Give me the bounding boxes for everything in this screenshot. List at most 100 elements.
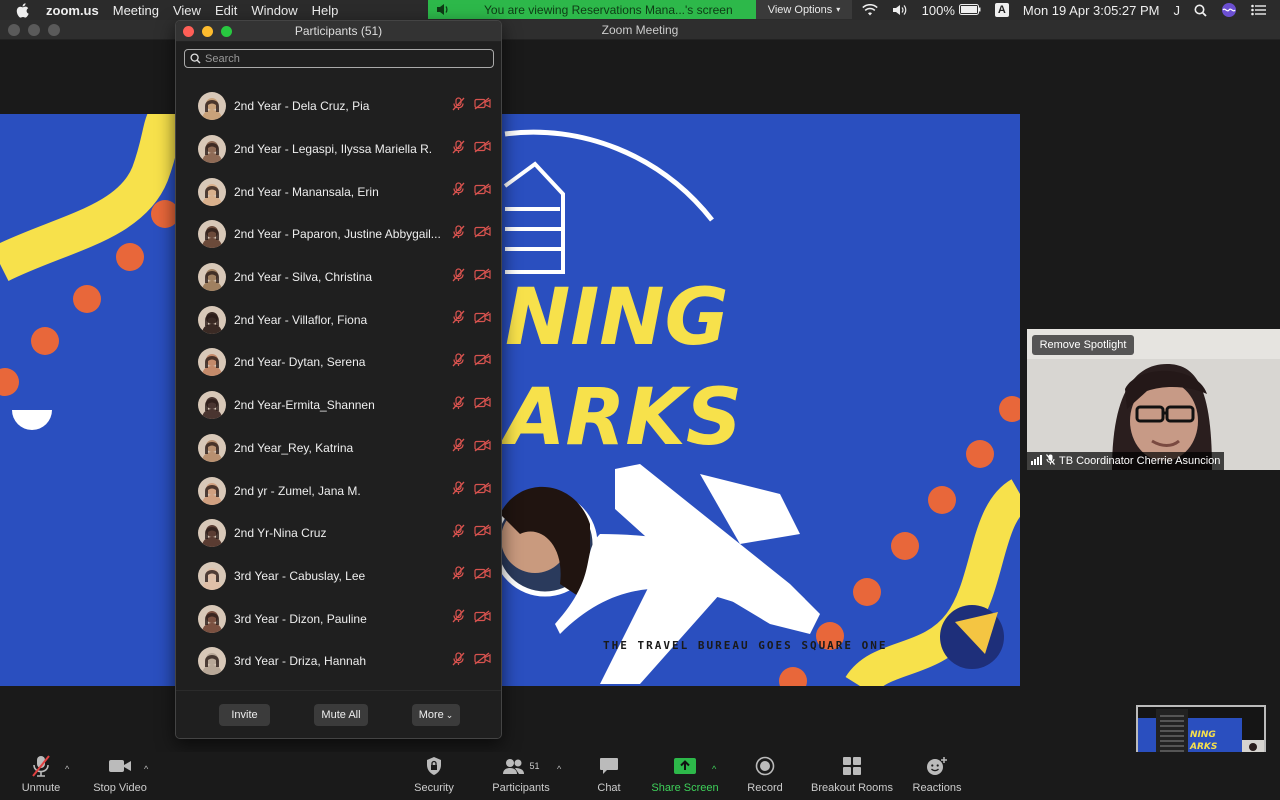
wifi-icon[interactable] xyxy=(861,4,878,16)
muted-mic-icon[interactable] xyxy=(452,609,465,628)
muted-mic-icon[interactable] xyxy=(452,566,465,585)
participants-list[interactable]: 2nd Year - Dela Cruz, Pia 2nd Year - Lega… xyxy=(176,85,501,691)
participant-row[interactable]: 2nd Year- Dytan, Serena xyxy=(176,341,501,384)
video-off-icon[interactable] xyxy=(474,524,491,542)
participant-row[interactable]: 2nd yr - Zumel, Jana M. xyxy=(176,469,501,512)
status-area: 100% A Mon 19 Apr 3:05:27 PM J xyxy=(861,0,1280,20)
security-button[interactable]: Security xyxy=(410,752,458,800)
participant-row[interactable]: 2nd Year - Manansala, Erin xyxy=(176,170,501,213)
clock[interactable]: Mon 19 Apr 3:05:27 PM xyxy=(1023,3,1160,18)
participant-row[interactable]: 2nd Year - Legaspi, Ilyssa Mariella R. xyxy=(176,128,501,171)
participant-row[interactable]: 3rd Year - Cabuslay, Lee xyxy=(176,555,501,598)
muted-mic-icon[interactable] xyxy=(452,139,465,159)
participant-row[interactable]: 2nd Year - Paparon, Justine Abbygail... xyxy=(176,213,501,256)
muted-mic-icon[interactable] xyxy=(452,182,465,201)
battery-percent: 100% xyxy=(921,2,955,18)
siri-icon[interactable] xyxy=(1221,2,1237,18)
avatar xyxy=(198,263,226,292)
menu-help[interactable]: Help xyxy=(312,3,339,18)
video-off-icon[interactable] xyxy=(474,311,491,329)
chat-button[interactable]: Chat xyxy=(590,752,628,800)
muted-mic-icon[interactable] xyxy=(452,524,465,543)
search-input[interactable] xyxy=(205,52,485,65)
participant-row[interactable]: 2nd Year-Ermita_Shannen xyxy=(176,384,501,427)
participant-row[interactable]: 2nd Year - Villaflor, Fiona xyxy=(176,298,501,341)
share-screen-label: Share Screen xyxy=(651,782,719,794)
video-off-icon[interactable] xyxy=(474,140,491,158)
share-screen-button[interactable]: Share Screen xyxy=(650,752,720,800)
reactions-button[interactable]: Reactions xyxy=(908,752,966,800)
share-options-caret[interactable]: ^ xyxy=(712,764,716,774)
participant-row[interactable]: 3rd Year - Driza, Hannah xyxy=(176,640,501,683)
menu-app-name[interactable]: zoom.us xyxy=(46,3,99,18)
video-off-icon[interactable] xyxy=(474,610,491,628)
muted-mic-icon[interactable] xyxy=(452,438,465,457)
shared-slide-graphic: NING ARKS THE TRAVEL BUREAU GOES SQUARE … xyxy=(0,114,1020,686)
mute-all-button[interactable]: Mute All xyxy=(314,704,368,726)
participants-options-caret[interactable]: ^ xyxy=(557,764,561,774)
participants-button[interactable]: 51 Participants xyxy=(488,752,554,800)
video-off-icon[interactable] xyxy=(474,439,491,457)
volume-icon[interactable] xyxy=(892,4,908,16)
muted-mic-icon[interactable] xyxy=(452,652,465,671)
spotlight-video[interactable]: Remove Spotlight TB Coordinator Cherrie … xyxy=(1027,329,1280,470)
participant-row[interactable]: 2nd Year - Silva, Christina xyxy=(176,256,501,299)
muted-mic-icon[interactable] xyxy=(452,481,465,500)
participant-row[interactable]: 2nd Year - Dela Cruz, Pia xyxy=(176,85,501,128)
avatar xyxy=(198,433,226,462)
participants-titlebar: Participants (51) xyxy=(176,21,501,42)
video-off-icon[interactable] xyxy=(474,97,491,115)
more-button[interactable]: More ⌄ xyxy=(412,704,460,726)
participants-search[interactable] xyxy=(184,49,494,68)
menu-meeting[interactable]: Meeting xyxy=(113,3,159,18)
video-off-icon[interactable] xyxy=(474,183,491,201)
video-off-icon[interactable] xyxy=(474,652,491,670)
muted-mic-icon[interactable] xyxy=(452,396,465,415)
muted-mic-icon[interactable] xyxy=(452,267,465,287)
audio-options-caret[interactable]: ^ xyxy=(65,764,69,774)
muted-mic-icon[interactable] xyxy=(452,97,465,116)
menu-view[interactable]: View xyxy=(173,3,201,18)
apple-icon[interactable] xyxy=(16,0,32,20)
video-options-caret[interactable]: ^ xyxy=(144,764,148,774)
avatar xyxy=(198,519,226,548)
avatar xyxy=(198,135,226,164)
participants-title: Participants (51) xyxy=(294,24,383,38)
menu-edit[interactable]: Edit xyxy=(215,3,237,18)
user-menu[interactable]: J xyxy=(1174,3,1181,18)
video-off-icon[interactable] xyxy=(474,396,491,414)
video-off-icon[interactable] xyxy=(474,225,491,243)
unmute-button[interactable]: Unmute xyxy=(18,752,64,800)
shared-screen[interactable]: NING ARKS THE TRAVEL BUREAU GOES SQUARE … xyxy=(0,114,1020,686)
muted-mic-icon xyxy=(31,752,51,780)
remove-spotlight-button[interactable]: Remove Spotlight xyxy=(1032,335,1134,355)
shield-icon xyxy=(425,752,443,780)
muted-mic-icon[interactable] xyxy=(452,225,465,244)
participant-row[interactable]: 2nd Year_Rey, Katrina xyxy=(176,427,501,470)
breakout-rooms-button[interactable]: Breakout Rooms xyxy=(808,752,896,800)
participant-row[interactable]: 2nd Yr-Nina Cruz xyxy=(176,512,501,555)
view-options-button[interactable]: View Options ▾ xyxy=(756,0,852,19)
video-camera-icon xyxy=(108,752,132,780)
participant-name: 3rd Year - Cabuslay, Lee xyxy=(234,568,366,583)
invite-button[interactable]: Invite xyxy=(219,704,270,726)
participant-row[interactable]: 3rd Year - Dizon, Pauline xyxy=(176,597,501,640)
video-off-icon[interactable] xyxy=(474,482,491,500)
avatar xyxy=(198,177,226,206)
video-off-icon[interactable] xyxy=(474,268,491,286)
participants-panel[interactable]: Participants (51) 2nd Year - Dela Cruz, … xyxy=(175,20,502,739)
participant-name: 2nd Year - Silva, Christina xyxy=(234,270,373,285)
participant-name: 2nd Year- Dytan, Serena xyxy=(234,355,366,370)
record-button[interactable]: Record xyxy=(744,752,786,800)
menu-window[interactable]: Window xyxy=(251,3,297,18)
notification-center-icon[interactable] xyxy=(1251,4,1266,16)
muted-mic-icon[interactable] xyxy=(452,353,465,372)
participant-name: 2nd Year-Ermita_Shannen xyxy=(234,398,375,413)
input-source-badge[interactable]: A xyxy=(994,3,1009,17)
battery-status[interactable]: 100% xyxy=(922,3,981,18)
stop-video-button[interactable]: Stop Video xyxy=(90,752,150,800)
video-off-icon[interactable] xyxy=(474,567,491,585)
muted-mic-icon[interactable] xyxy=(452,310,465,329)
search-icon[interactable] xyxy=(1194,4,1207,17)
video-off-icon[interactable] xyxy=(474,353,491,371)
